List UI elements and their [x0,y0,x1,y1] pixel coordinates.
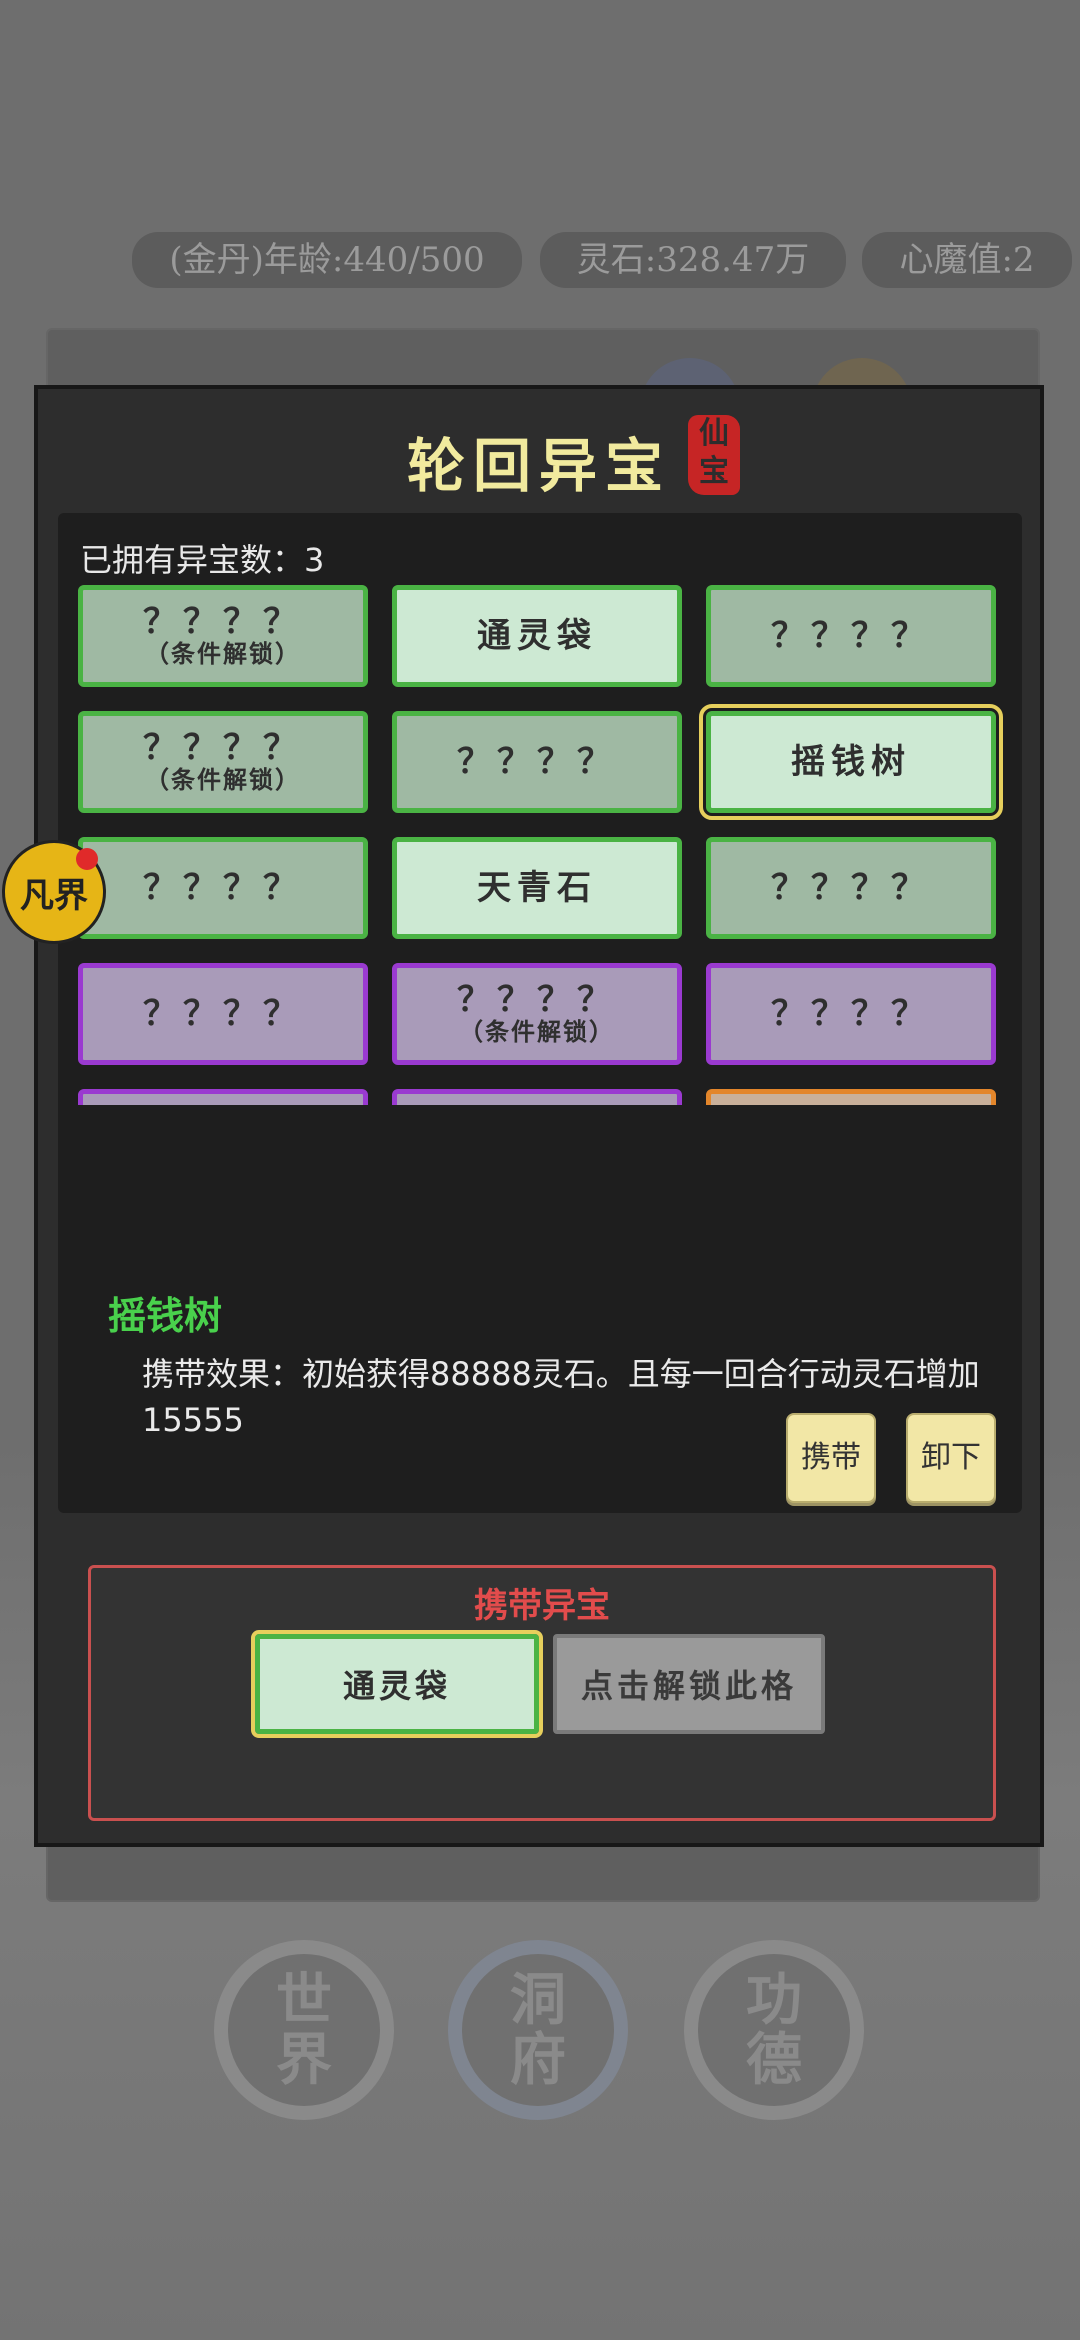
treasure-cell-label: ？？？？ [143,994,303,1034]
treasure-cell-condition: （条件解锁） [145,765,301,794]
selected-treasure-name: 摇钱树 [108,1293,223,1338]
nav-world-char2: 界 [276,2027,332,2093]
spirit-stone-stat: 灵石:328.47万 [540,232,846,288]
treasure-cell[interactable]: ？？？？ [78,963,368,1065]
treasure-cell-label: ？？？？ [143,602,303,642]
treasure-cell-label: ？？？？ [143,868,303,908]
treasure-cell-label: ？？？？ [771,994,931,1034]
nav-world-button[interactable]: 世 界 [214,1940,394,2120]
treasure-cell[interactable]: ？？？？ （条件解锁） [78,711,368,813]
treasure-cell[interactable]: ？？？？ （条件解锁） [78,585,368,687]
owned-count: 已拥有异宝数：3 [80,541,325,579]
treasure-cell-label: ？？？？ [457,980,617,1020]
treasure-modal: 轮回异宝 仙宝 已拥有异宝数：3 ？？？？ （条件解锁） 通灵袋？？？？？？？？ （条… [34,385,1044,1847]
carry-panel-title: 携带异宝 [474,1586,610,1626]
treasure-cell-label: 通灵袋 [477,616,597,656]
nav-merit-char2: 德 [746,2027,802,2093]
nav-cave-char1: 洞 [510,1967,566,2033]
treasure-cell[interactable]: ？？？？ [392,711,682,813]
treasure-cell-label: 摇钱树 [791,742,911,782]
nav-world-char1: 世 [276,1967,332,2033]
carry-slot-locked[interactable]: 点击解锁此格 [553,1634,825,1734]
treasure-cell[interactable]: ？？？？ （条件解锁） [392,963,682,1065]
treasure-cell[interactable]: ？？？？ [706,1089,996,1105]
carry-slot-1[interactable]: 通灵袋 [251,1630,543,1738]
treasure-cell-label: ？？？？ [457,742,617,782]
unload-button[interactable]: 卸下 [906,1413,996,1503]
age-stat: (金丹)年龄:440/500 [132,232,522,288]
carry-button[interactable]: 携带 [786,1413,876,1503]
demon-stat: 心魔值:2 [862,232,1072,288]
treasure-cell[interactable]: 摇钱树 [699,704,1003,820]
treasure-grid-viewport[interactable]: ？？？？ （条件解锁） 通灵袋？？？？？？？？ （条件解锁）？？？？ 摇钱树？？？？ 天青… [78,585,1008,1105]
treasure-cell-condition: （条件解锁） [145,639,301,668]
nav-cave-char2: 府 [510,2027,566,2093]
modal-title: 轮回异宝 [406,432,671,500]
treasure-inner-panel: 已拥有异宝数：3 ？？？？ （条件解锁） 通灵袋？？？？？？？？ （条件解锁）？？？？… [58,513,1022,1513]
treasure-cell[interactable]: 通灵袋 [392,585,682,687]
treasure-cell-label: ？？？？ [771,616,931,656]
nav-merit-button[interactable]: 功 德 [684,1940,864,2120]
nav-merit-char1: 功 [746,1967,802,2033]
treasure-grid: ？？？？ （条件解锁） 通灵袋？？？？？？？？ （条件解锁）？？？？ 摇钱树？？？？ 天青… [78,585,1008,1105]
immortal-seal-icon: 仙宝 [688,415,740,495]
treasure-cell[interactable]: ？？？？ [706,585,996,687]
treasure-cell[interactable]: ？？？？ [78,837,368,939]
treasure-cell-condition: （条件解锁） [459,1017,615,1046]
treasure-cell[interactable]: ？？？？ [706,963,996,1065]
treasure-cell[interactable]: ？？？？ [78,1089,368,1105]
treasure-cell[interactable]: ？？？？ [706,837,996,939]
treasure-cell[interactable]: 天青石 [392,837,682,939]
treasure-cell-label: 天青石 [477,868,597,908]
treasure-cell[interactable]: ？？？？ [392,1089,682,1105]
nav-cave-button[interactable]: 洞 府 [448,1940,628,2120]
carry-panel: 携带异宝 通灵袋 点击解锁此格 [88,1565,996,1821]
notification-dot [76,848,98,870]
selected-treasure-effect: 携带效果：初始获得88888灵石。且每一回合行动灵石增加15555 [142,1355,980,1439]
treasure-cell-label: ？？？？ [771,868,931,908]
treasure-cell-label: ？？？？ [143,728,303,768]
